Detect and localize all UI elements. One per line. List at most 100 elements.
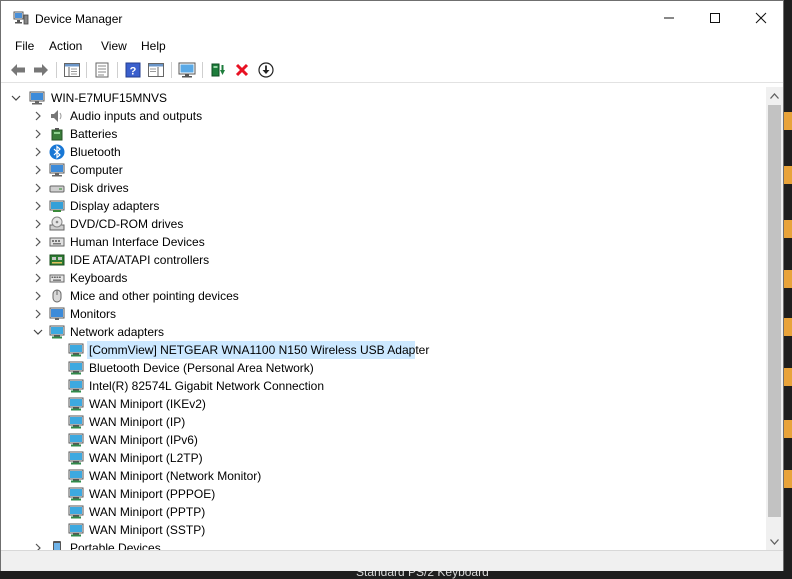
portable-device-icon: [49, 540, 65, 550]
network-adapter-row[interactable]: WAN Miniport (IKEv2): [2, 395, 765, 413]
scroll-down-arrow-icon: [770, 538, 779, 545]
toolbar-separator: [202, 62, 203, 78]
network-adapter-row[interactable]: WAN Miniport (IPv6): [2, 431, 765, 449]
tree-category-row[interactable]: Audio inputs and outputs: [2, 107, 765, 125]
console-tree-icon: [64, 63, 80, 77]
expand-chevron-icon[interactable]: [32, 143, 44, 161]
toolbar-separator: [86, 62, 87, 78]
tree-category-label: Human Interface Devices: [70, 235, 205, 249]
network-adapter-label: WAN Miniport (SSTP): [89, 523, 206, 537]
title-bar[interactable]: Device Manager: [1, 1, 783, 35]
keyboard-icon: [49, 270, 65, 286]
expand-chevron-icon[interactable]: [32, 179, 44, 197]
close-button[interactable]: [738, 1, 784, 35]
device-manager-window: Device Manager File Action View Help ? W…: [0, 0, 784, 571]
menu-view[interactable]: View: [101, 39, 127, 53]
expand-chevron-icon[interactable]: [32, 287, 44, 305]
svg-text:?: ?: [130, 66, 137, 78]
network-adapter-icon: [49, 324, 65, 340]
network-adapter-row[interactable]: Intel(R) 82574L Gigabit Network Connecti…: [2, 377, 765, 395]
action-pane-icon: [148, 63, 164, 77]
tree-category-row[interactable]: Mice and other pointing devices: [2, 287, 765, 305]
network-adapter-row[interactable]: WAN Miniport (PPTP): [2, 503, 765, 521]
tree-category-label: IDE ATA/ATAPI controllers: [70, 253, 210, 267]
expand-chevron-icon[interactable]: [32, 125, 44, 143]
scroll-up-button[interactable]: [766, 87, 783, 104]
toolbar-separator: [56, 62, 57, 78]
network-adapter-label: Intel(R) 82574L Gigabit Network Connecti…: [89, 379, 325, 393]
back-button[interactable]: [9, 61, 27, 79]
background-tab: [784, 112, 792, 130]
tree-category-row[interactable]: Human Interface Devices: [2, 233, 765, 251]
vertical-scrollbar[interactable]: [766, 87, 783, 550]
network-adapter-row[interactable]: WAN Miniport (PPPOE): [2, 485, 765, 503]
forward-arrow-icon: [34, 64, 48, 76]
expand-chevron-icon[interactable]: [32, 251, 44, 269]
expand-chevron-icon[interactable]: [32, 107, 44, 125]
enable-device-button[interactable]: [257, 61, 275, 79]
tree-root-row[interactable]: WIN-E7MUF15MNVS: [2, 89, 765, 107]
maximize-button[interactable]: [692, 1, 738, 35]
network-adapter-row[interactable]: WAN Miniport (SSTP): [2, 521, 765, 539]
tree-category-row[interactable]: Display adapters: [2, 197, 765, 215]
tree-category-row[interactable]: Portable Devices: [2, 539, 765, 550]
network-adapter-row[interactable]: Bluetooth Device (Personal Area Network): [2, 359, 765, 377]
properties-button[interactable]: [93, 61, 111, 79]
network-adapter-label: WAN Miniport (IPv6): [89, 433, 198, 447]
tree-category-row[interactable]: Computer: [2, 161, 765, 179]
uninstall-device-button[interactable]: [233, 61, 251, 79]
bluetooth-icon: [49, 144, 65, 160]
scroll-down-button[interactable]: [766, 533, 783, 550]
background-tab: [784, 220, 792, 238]
action-pane-button[interactable]: [147, 61, 165, 79]
menu-file[interactable]: File: [15, 39, 34, 53]
expand-chevron-icon[interactable]: [32, 197, 44, 215]
background-tab: [784, 166, 792, 184]
dvd-drive-icon: [49, 216, 65, 232]
update-driver-button[interactable]: [209, 61, 227, 79]
tree-category-row[interactable]: Bluetooth: [2, 143, 765, 161]
forward-button[interactable]: [32, 61, 50, 79]
collapse-chevron-icon[interactable]: [10, 89, 22, 107]
battery-icon: [49, 126, 65, 142]
toolbar: ?: [1, 58, 783, 83]
expand-chevron-icon[interactable]: [32, 269, 44, 287]
expand-chevron-icon[interactable]: [32, 161, 44, 179]
tree-category-row[interactable]: Keyboards: [2, 269, 765, 287]
help-icon: ?: [125, 62, 141, 78]
update-driver-icon: [211, 63, 225, 77]
network-adapter-icon: [68, 396, 84, 412]
expand-chevron-icon[interactable]: [32, 539, 44, 550]
toolbar-separator: [171, 62, 172, 78]
help-button[interactable]: ?: [124, 61, 142, 79]
scrollbar-thumb[interactable]: [768, 105, 781, 517]
menu-help[interactable]: Help: [141, 39, 166, 53]
close-icon: [755, 12, 767, 24]
expand-chevron-icon[interactable]: [32, 305, 44, 323]
tree-category-row[interactable]: Monitors: [2, 305, 765, 323]
scan-hardware-button[interactable]: [178, 61, 196, 79]
device-manager-icon: [13, 11, 29, 25]
collapse-chevron-icon[interactable]: [32, 323, 44, 341]
network-adapter-label: WAN Miniport (L2TP): [89, 451, 203, 465]
expand-chevron-icon[interactable]: [32, 215, 44, 233]
tree-category-row[interactable]: DVD/CD-ROM drives: [2, 215, 765, 233]
tree-category-label: Disk drives: [70, 181, 129, 195]
expand-chevron-icon[interactable]: [32, 233, 44, 251]
network-adapter-row[interactable]: WAN Miniport (IP): [2, 413, 765, 431]
network-adapter-row[interactable]: WAN Miniport (L2TP): [2, 449, 765, 467]
network-adapter-row[interactable]: WAN Miniport (Network Monitor): [2, 467, 765, 485]
tree-category-row[interactable]: IDE ATA/ATAPI controllers: [2, 251, 765, 269]
tree-category-row[interactable]: Network adapters: [2, 323, 765, 341]
tree-category-row[interactable]: Disk drives: [2, 179, 765, 197]
background-text: Standard PS/2 Keyboard: [356, 571, 489, 579]
minimize-button[interactable]: [646, 1, 692, 35]
device-tree[interactable]: WIN-E7MUF15MNVS Audio inputs and outputs…: [2, 87, 765, 550]
tree-category-row[interactable]: Batteries: [2, 125, 765, 143]
network-adapter-icon: [68, 432, 84, 448]
tree-category-label: Mice and other pointing devices: [70, 289, 239, 303]
network-adapter-label: WAN Miniport (IP): [89, 415, 186, 429]
menu-action[interactable]: Action: [49, 39, 82, 53]
show-hide-console-tree-button[interactable]: [63, 61, 81, 79]
network-adapter-row[interactable]: [CommView] NETGEAR WNA1100 N150 Wireless…: [2, 341, 765, 359]
